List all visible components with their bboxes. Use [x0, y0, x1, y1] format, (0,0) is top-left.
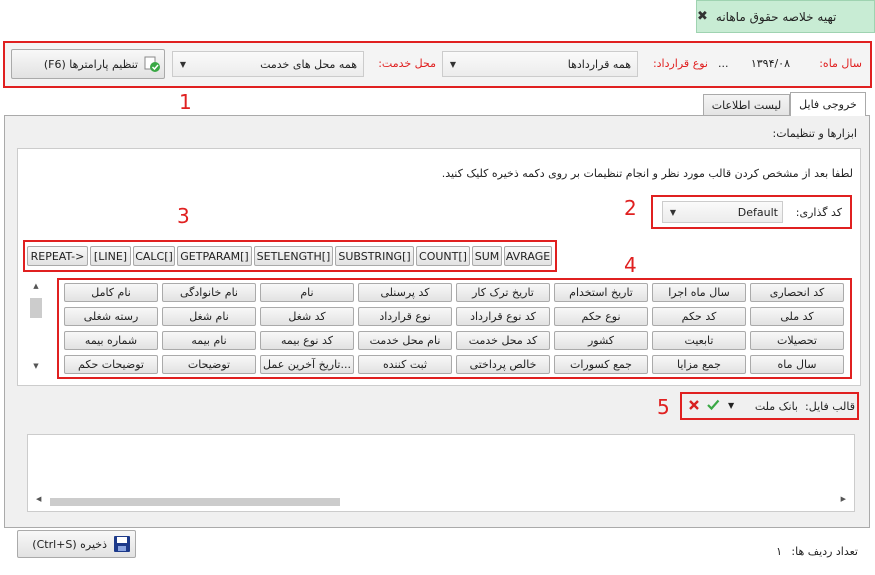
field-button[interactable]: نام بیمه [162, 331, 256, 350]
settings-check-icon [144, 56, 160, 72]
row-count-value: ۱ [776, 545, 782, 558]
func-tag-count[interactable]: COUNT[] [416, 246, 470, 266]
window-tab[interactable]: تهیه خلاصه حقوق ماهانه ✖ [696, 0, 875, 33]
field-button[interactable]: نام شغل [162, 307, 256, 326]
field-button[interactable]: کد انحصاری [750, 283, 844, 302]
field-button[interactable]: کد ملی [750, 307, 844, 326]
scroll-up-icon[interactable]: ▲ [28, 282, 44, 296]
year-month-value[interactable]: ۱۳۹۴/۰۸ [738, 57, 790, 70]
field-button[interactable]: تحصیلات [750, 331, 844, 350]
func-tag-line[interactable]: [LINE] [90, 246, 131, 266]
service-place-label: محل خدمت: [378, 57, 436, 70]
field-button[interactable]: کد حکم [652, 307, 746, 326]
tab-info-list[interactable]: لیست اطلاعات [703, 94, 790, 116]
field-button[interactable]: نام خانوادگی [162, 283, 256, 302]
field-button[interactable]: جمع مزایا [652, 355, 746, 374]
func-tag-avrage[interactable]: AVRAGE [504, 246, 552, 266]
tab-file-output[interactable]: خروجی فایل [790, 92, 866, 116]
save-button[interactable]: ذخیره (Ctrl+S) [17, 530, 136, 558]
field-button[interactable]: تاریخ استخدام [554, 283, 648, 302]
field-button[interactable]: سال ماه اجرا [652, 283, 746, 302]
contract-type-label: نوع قرارداد: [652, 57, 708, 70]
output-textarea[interactable]: ◀ ▶ [27, 434, 855, 512]
service-place-value: همه محل های خدمت [260, 57, 357, 71]
encoding-value: Default [737, 205, 778, 219]
func-tag-substring[interactable]: SUBSTRING[] [335, 246, 414, 266]
scroll-thumb-h[interactable] [50, 498, 340, 506]
field-button[interactable]: ثبت کننده [358, 355, 452, 374]
field-button[interactable]: نام کامل [64, 283, 158, 302]
chevron-down-icon: ▼ [449, 59, 457, 69]
cancel-x-icon[interactable] [688, 399, 700, 414]
func-tag-getparam[interactable]: GETPARAM[] [177, 246, 252, 266]
fields-scrollbar[interactable]: ▲ ▼ [28, 282, 44, 376]
field-button[interactable]: توضیحات [162, 355, 256, 374]
field-button[interactable]: کد نوع قرارداد [456, 307, 550, 326]
field-button[interactable]: خالص پرداختی [456, 355, 550, 374]
window-title: تهیه خلاصه حقوق ماهانه [715, 9, 837, 24]
scroll-thumb[interactable] [30, 298, 42, 318]
params-button-label: تنظیم پارامترها (F6) [43, 57, 138, 71]
field-button[interactable]: توضیحات حکم [64, 355, 158, 374]
floppy-disk-icon [113, 535, 131, 553]
func-tag-sum[interactable]: SUM [472, 246, 502, 266]
func-tag-calc[interactable]: CALC[] [133, 246, 175, 266]
field-button[interactable]: سال ماه [750, 355, 844, 374]
field-button[interactable]: تاریخ ترک کار [456, 283, 550, 302]
field-button[interactable]: کشور [554, 331, 648, 350]
callout-2: 2 [624, 196, 637, 220]
chevron-down-icon: ▼ [669, 207, 677, 217]
field-button[interactable]: رسته شغلی [64, 307, 158, 326]
textarea-scrollbar-h[interactable]: ◀ ▶ [28, 495, 854, 507]
field-button[interactable]: کد شغل [260, 307, 354, 326]
row-count-label: تعداد ردیف ها: [791, 545, 858, 558]
field-button[interactable]: کد پرسنلی [358, 283, 452, 302]
save-button-label: ذخیره (Ctrl+S) [32, 537, 107, 551]
service-place-select[interactable]: همه محل های خدمت ▼ [172, 51, 364, 77]
year-month-label: سال ماه: [819, 57, 862, 70]
close-icon[interactable]: ✖ [697, 9, 708, 24]
template-label: قالب فایل: [805, 400, 855, 413]
field-button[interactable]: نام [260, 283, 354, 302]
callout-3: 3 [177, 204, 190, 228]
params-button[interactable]: تنظیم پارامترها (F6) [11, 49, 165, 79]
callout-5: 5 [657, 395, 670, 419]
func-tag-repeat[interactable]: REPEAT-> [27, 246, 88, 266]
field-button[interactable]: تاریخ آخرین عمل... [260, 355, 354, 374]
template-value[interactable]: بانک ملت [744, 400, 798, 413]
callout-4: 4 [624, 253, 637, 277]
scroll-down-icon[interactable]: ▼ [28, 362, 44, 376]
year-month-more-button[interactable]: ... [718, 57, 734, 70]
field-button[interactable]: جمع کسورات [554, 355, 648, 374]
contract-type-value: همه قراردادها [567, 57, 631, 71]
tab-info-list-label: لیست اطلاعات [711, 98, 782, 112]
tools-label: ابزارها و تنظیمات: [772, 127, 857, 140]
instruction-text: لطفا بعد از مشخص کردن قالب مورد نظر و ان… [441, 167, 853, 180]
field-button[interactable]: نام محل خدمت [358, 331, 452, 350]
encoding-label: کد گذاری: [795, 206, 842, 219]
field-button[interactable]: نوع قرارداد [358, 307, 452, 326]
chevron-down-icon: ▼ [179, 59, 187, 69]
field-button[interactable]: کد محل خدمت [456, 331, 550, 350]
field-button[interactable]: تابعیت [652, 331, 746, 350]
field-button[interactable]: شماره بیمه [64, 331, 158, 350]
confirm-check-icon[interactable] [706, 398, 720, 415]
scroll-right-icon[interactable]: ▶ [841, 495, 846, 503]
field-button[interactable]: کد نوع بیمه [260, 331, 354, 350]
callout-1: 1 [179, 90, 192, 114]
template-chevron-down-icon[interactable]: ▼ [728, 401, 734, 410]
func-tag-setlength[interactable]: SETLENGTH[] [254, 246, 333, 266]
tab-file-output-label: خروجی فایل [799, 98, 857, 111]
contract-type-select[interactable]: همه قراردادها ▼ [442, 51, 638, 77]
encoding-select[interactable]: ▼ Default [662, 201, 783, 223]
field-button[interactable]: نوع حکم [554, 307, 648, 326]
scroll-left-icon[interactable]: ◀ [36, 495, 41, 503]
